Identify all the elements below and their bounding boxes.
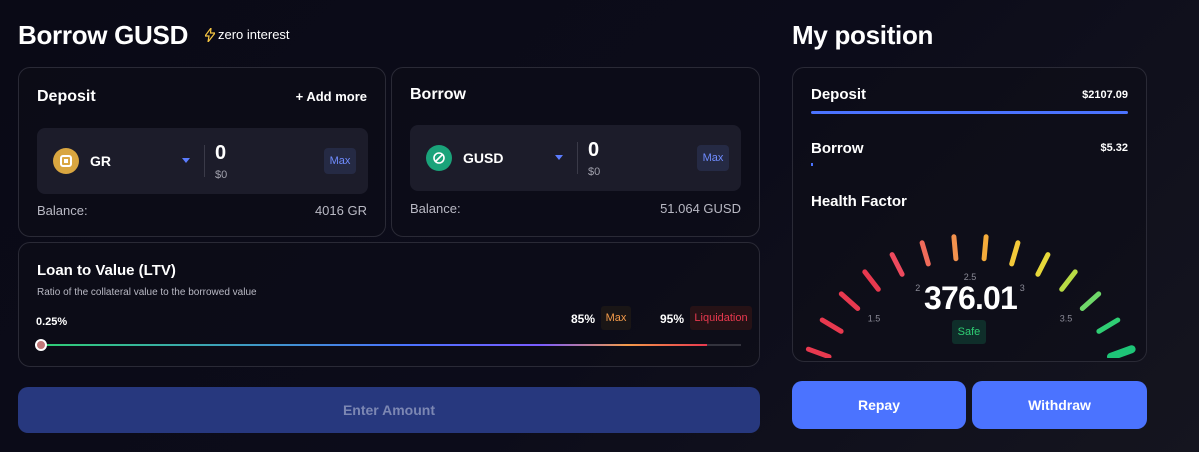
ltv-max-badge: Max (601, 306, 631, 330)
gauge-segment (805, 346, 832, 358)
deposit-input-field[interactable]: GR 0 $0 Max (37, 128, 368, 194)
deposit-usd-value: $0 (215, 169, 228, 181)
ltv-current-value: 0.25% (36, 316, 68, 328)
gauge-segment (951, 234, 959, 262)
gauge-segment (819, 317, 844, 334)
borrow-usd-value: $0 (588, 166, 601, 178)
deposit-card: Deposit + Add more GR 0 $0 Max Balance: … (18, 67, 386, 237)
add-more-button[interactable]: + Add more (296, 89, 367, 104)
deposit-balance-label: Balance: (37, 203, 88, 218)
deposit-token-chevron-down-icon[interactable] (182, 158, 190, 163)
ltv-subtitle: Ratio of the collateral value to the bor… (37, 287, 257, 298)
zero-interest-label: zero interest (218, 27, 290, 42)
page-title: Borrow GUSD (18, 20, 189, 50)
borrow-token-name: GUSD (463, 150, 504, 166)
position-borrow-label: Borrow (811, 140, 864, 157)
ltv-title: Loan to Value (LTV) (37, 262, 176, 279)
borrow-input-field[interactable]: GUSD 0 $0 Max (410, 125, 741, 191)
deposit-amount-input[interactable]: 0 (215, 142, 226, 165)
borrow-balance-value: 51.064 GUSD (660, 201, 741, 216)
ltv-liquidation-value: 95% (660, 312, 685, 326)
ltv-slider-gradient (41, 344, 707, 346)
position-card: Deposit $2107.09 Borrow $5.32 Health Fac… (792, 67, 1147, 362)
position-borrow-value: $5.32 (1100, 142, 1128, 154)
health-factor-label: Health Factor (811, 193, 907, 210)
status-badge: Safe (952, 320, 986, 344)
gauge-segment (889, 252, 905, 277)
gauge-segment (981, 234, 989, 262)
health-factor-value: 376.01 (923, 280, 1018, 316)
borrow-amount-input[interactable]: 0 (588, 139, 599, 162)
deposit-max-button[interactable]: Max (324, 148, 356, 174)
zero-interest-badge: zero interest (205, 27, 290, 42)
ltv-slider-handle[interactable] (35, 339, 47, 351)
borrow-balance-label: Balance: (410, 201, 461, 216)
position-deposit-label: Deposit (811, 86, 867, 103)
position-title: My position (792, 20, 934, 50)
repay-button[interactable]: Repay (792, 381, 966, 429)
gusd-token-icon (426, 145, 452, 171)
borrow-progress-bar (811, 163, 813, 166)
gr-token-icon (53, 148, 79, 174)
gauge-segment (919, 240, 931, 267)
enter-amount-button[interactable]: Enter Amount (18, 387, 760, 433)
borrow-max-button[interactable]: Max (697, 145, 729, 171)
lightning-icon (205, 27, 215, 42)
gauge-segment (1035, 252, 1051, 277)
borrow-token-chevron-down-icon[interactable] (555, 155, 563, 160)
position-deposit-value: $2107.09 (1082, 89, 1128, 101)
deposit-progress-bar (811, 111, 1128, 114)
withdraw-button[interactable]: Withdraw (972, 381, 1147, 429)
ltv-liquidation-badge: Liquidation (690, 306, 752, 330)
deposit-token-name: GR (90, 153, 111, 169)
gauge-segment (1009, 240, 1021, 267)
gauge-segment (1107, 345, 1136, 358)
ltv-max-value: 85% (571, 312, 596, 326)
field-divider (204, 145, 205, 177)
deposit-card-title: Deposit (37, 88, 96, 105)
deposit-balance-value: 4016 GR (314, 203, 367, 218)
ltv-card: Loan to Value (LTV) Ratio of the collate… (18, 242, 760, 367)
gauge-segment (1096, 317, 1121, 334)
borrow-card-title: Borrow (410, 86, 466, 103)
borrow-card: Borrow GUSD 0 $0 Max Balance: 51.064 GUS… (391, 67, 760, 237)
field-divider (577, 142, 578, 174)
